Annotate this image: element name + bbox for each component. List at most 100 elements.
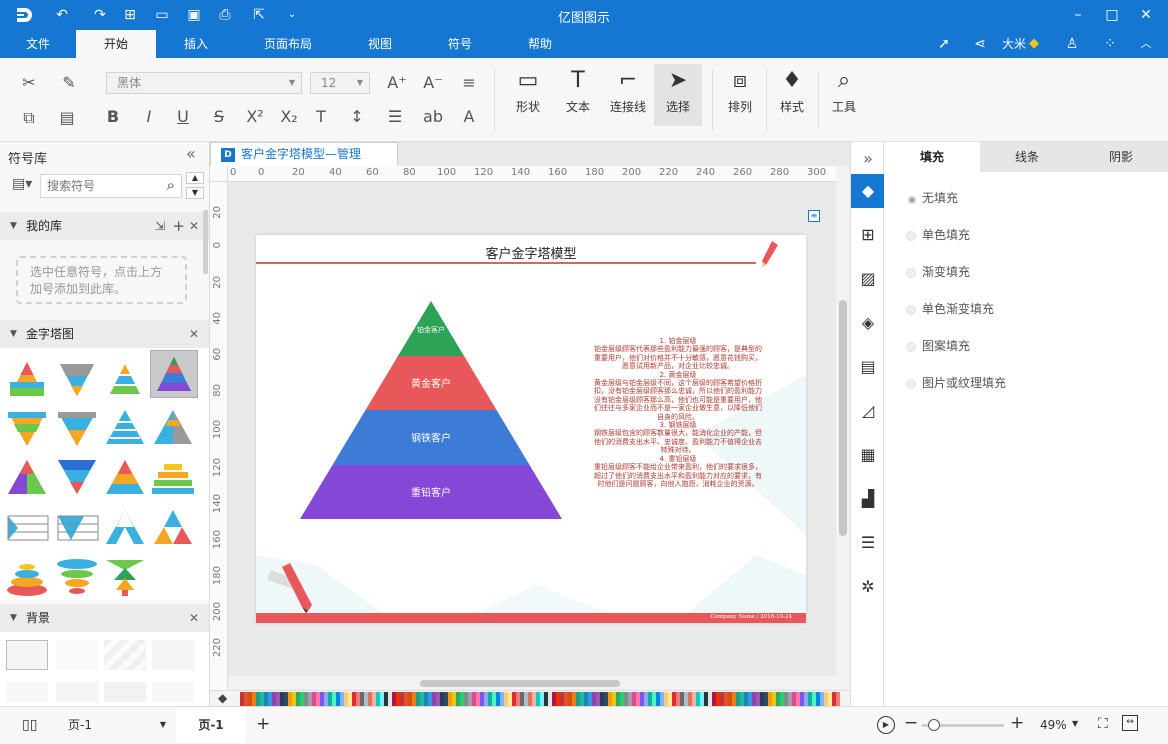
- stacked-blocks-thumbnail[interactable]: [150, 454, 196, 500]
- tab-file[interactable]: 文件: [12, 30, 64, 58]
- table-pyramid-thumbnail[interactable]: [4, 504, 50, 550]
- redo-icon[interactable]: ↷: [92, 7, 108, 23]
- chart-icon[interactable]: ◿: [851, 394, 885, 428]
- collapse-ribbon-icon[interactable]: ︿: [1138, 36, 1154, 52]
- description-text[interactable]: 1. 铂金层级 铂金层级顾客代表那些盈利能力最强的顾客，是典型的 重要用户，他们对价…: [566, 337, 790, 488]
- increase-font-icon[interactable]: A⁺: [386, 73, 408, 95]
- superscript-icon[interactable]: X²: [244, 107, 266, 129]
- background-thumbnail[interactable]: [104, 640, 146, 670]
- layered-pyramid-thumbnail[interactable]: [102, 356, 148, 402]
- tab-insert[interactable]: 插入: [168, 30, 224, 58]
- text-case-icon[interactable]: ab: [422, 107, 444, 129]
- print-icon[interactable]: ⎙: [217, 7, 233, 23]
- inverted-pyramid-thumbnail[interactable]: [4, 404, 50, 450]
- fit-width-icon[interactable]: ↔: [1122, 715, 1138, 731]
- scroll-down-icon[interactable]: ▼: [186, 187, 204, 199]
- fill-icon[interactable]: ◆: [851, 174, 885, 208]
- inverted-3d-pyramid-thumbnail[interactable]: [54, 454, 100, 500]
- tab-page-layout[interactable]: 页面布局: [252, 30, 324, 58]
- add-page-icon[interactable]: +: [256, 714, 270, 734]
- page-select[interactable]: 页-1 ▼: [60, 715, 170, 735]
- new-file-icon[interactable]: ⊞: [122, 7, 138, 23]
- send-icon[interactable]: ➚: [936, 36, 952, 52]
- tab-home[interactable]: 开始: [76, 30, 156, 58]
- close-icon[interactable]: ✕: [1138, 7, 1154, 23]
- zoom-dropdown-icon[interactable]: ▼: [1072, 719, 1078, 728]
- align-icon[interactable]: ≡: [458, 73, 480, 95]
- strikethrough-icon[interactable]: S: [208, 107, 230, 129]
- font-color-icon[interactable]: A: [458, 107, 480, 129]
- library-scrollbar[interactable]: [203, 210, 208, 274]
- user-name[interactable]: 大米: [1002, 36, 1026, 52]
- connector-button[interactable]: ⌐ 连接线: [604, 64, 652, 126]
- font-family-select[interactable]: 黑体 ▼: [106, 72, 302, 94]
- minimize-icon[interactable]: –: [1070, 7, 1086, 23]
- library-manager-icon[interactable]: ▤▾: [12, 176, 32, 192]
- 3d-pyramid-thumbnail[interactable]: [102, 454, 148, 500]
- background-thumbnail[interactable]: [152, 640, 194, 670]
- layers-icon[interactable]: ◈: [851, 306, 885, 340]
- search-icon[interactable]: ⌕: [167, 176, 175, 194]
- inverted-pyramid-thumbnail[interactable]: [54, 404, 100, 450]
- page-icon[interactable]: ▤: [851, 350, 885, 384]
- copy-icon[interactable]: ⧉: [18, 108, 40, 130]
- font-size-select[interactable]: 12 ▼: [310, 72, 370, 94]
- save-icon[interactable]: ▣: [186, 7, 202, 23]
- image-icon[interactable]: ▨: [851, 262, 885, 296]
- select-button[interactable]: ➤ 选择: [654, 64, 702, 126]
- cut-icon[interactable]: ✂: [18, 73, 40, 95]
- page-title[interactable]: 客户金字塔模型: [256, 243, 806, 262]
- search-input[interactable]: [41, 175, 151, 197]
- text-style-icon[interactable]: T: [310, 107, 332, 129]
- fill-option-pattern[interactable]: 图案填充: [906, 336, 970, 356]
- mindmap-icon[interactable]: ✲: [851, 570, 885, 604]
- close-section-icon[interactable]: ✕: [189, 212, 199, 240]
- document-tab[interactable]: D 客户金字塔模型—管理: [210, 142, 398, 166]
- share-icon[interactable]: ⋖: [972, 36, 988, 52]
- customize-quick-access-icon[interactable]: ⌄: [284, 7, 300, 23]
- cylinder-stack-thumbnail[interactable]: [4, 554, 50, 600]
- apps-icon[interactable]: ⁘: [1102, 36, 1118, 52]
- tab-help[interactable]: 帮助: [516, 30, 564, 58]
- horizontal-scrollbar-thumb[interactable]: [420, 680, 620, 687]
- shape-library-icon[interactable]: ⊞: [851, 218, 885, 252]
- table-pyramid-thumbnail[interactable]: [54, 504, 100, 550]
- expand-panel-icon[interactable]: »: [851, 142, 885, 176]
- tab-fill[interactable]: 填充: [884, 142, 980, 172]
- striped-pyramid-thumbnail[interactable]: [102, 404, 148, 450]
- inverted-pyramid-thumbnail[interactable]: [54, 356, 100, 402]
- scroll-up-icon[interactable]: ▲: [186, 172, 204, 184]
- text-button[interactable]: T 文本: [554, 64, 602, 126]
- background-thumbnail[interactable]: [6, 640, 48, 670]
- segmented-pyramid-thumbnail[interactable]: [102, 504, 148, 550]
- pyramid-section-header[interactable]: ▼ 金字塔图 ✕: [0, 320, 209, 348]
- my-library-header[interactable]: ▼ 我的库 ⇲ + ✕: [0, 212, 209, 240]
- background-thumbnail[interactable]: [56, 640, 98, 670]
- background-thumbnail[interactable]: [6, 682, 48, 702]
- background-section-header[interactable]: ▼ 背景 ✕: [0, 604, 209, 632]
- export-icon[interactable]: ⇱: [251, 7, 267, 23]
- background-thumbnail[interactable]: [152, 682, 194, 702]
- close-section-icon[interactable]: ✕: [189, 604, 199, 632]
- segmented-pyramid-thumbnail[interactable]: [150, 504, 196, 550]
- add-icon[interactable]: +: [172, 212, 185, 240]
- shape-button[interactable]: ▭ 形状: [504, 64, 552, 126]
- bold-icon[interactable]: B: [102, 107, 124, 129]
- color-swatch[interactable]: [836, 692, 840, 706]
- play-icon[interactable]: ▶: [877, 716, 895, 734]
- decrease-font-icon[interactable]: A⁻: [422, 73, 444, 95]
- pyramid-diagram[interactable]: 铂金客户黄金客户钢铁客户重铅客户: [300, 301, 570, 523]
- subscript-icon[interactable]: X₂: [278, 107, 300, 129]
- layout-icon[interactable]: ▟: [851, 482, 885, 516]
- gantt-icon[interactable]: ☰: [851, 526, 885, 560]
- 3d-pyramid-thumbnail[interactable]: [4, 454, 50, 500]
- open-folder-icon[interactable]: ▭: [154, 7, 170, 23]
- undo-icon[interactable]: ↶: [54, 7, 70, 23]
- tree-pyramid-thumbnail[interactable]: [102, 554, 148, 600]
- fill-option-gradient[interactable]: 渐变填充: [906, 262, 970, 282]
- tab-line[interactable]: 线条: [980, 142, 1074, 172]
- zoom-level[interactable]: 49%: [1040, 718, 1067, 732]
- background-thumbnail[interactable]: [56, 682, 98, 702]
- zoom-out-icon[interactable]: −: [904, 713, 918, 733]
- fill-bucket-icon[interactable]: ◆: [218, 691, 227, 705]
